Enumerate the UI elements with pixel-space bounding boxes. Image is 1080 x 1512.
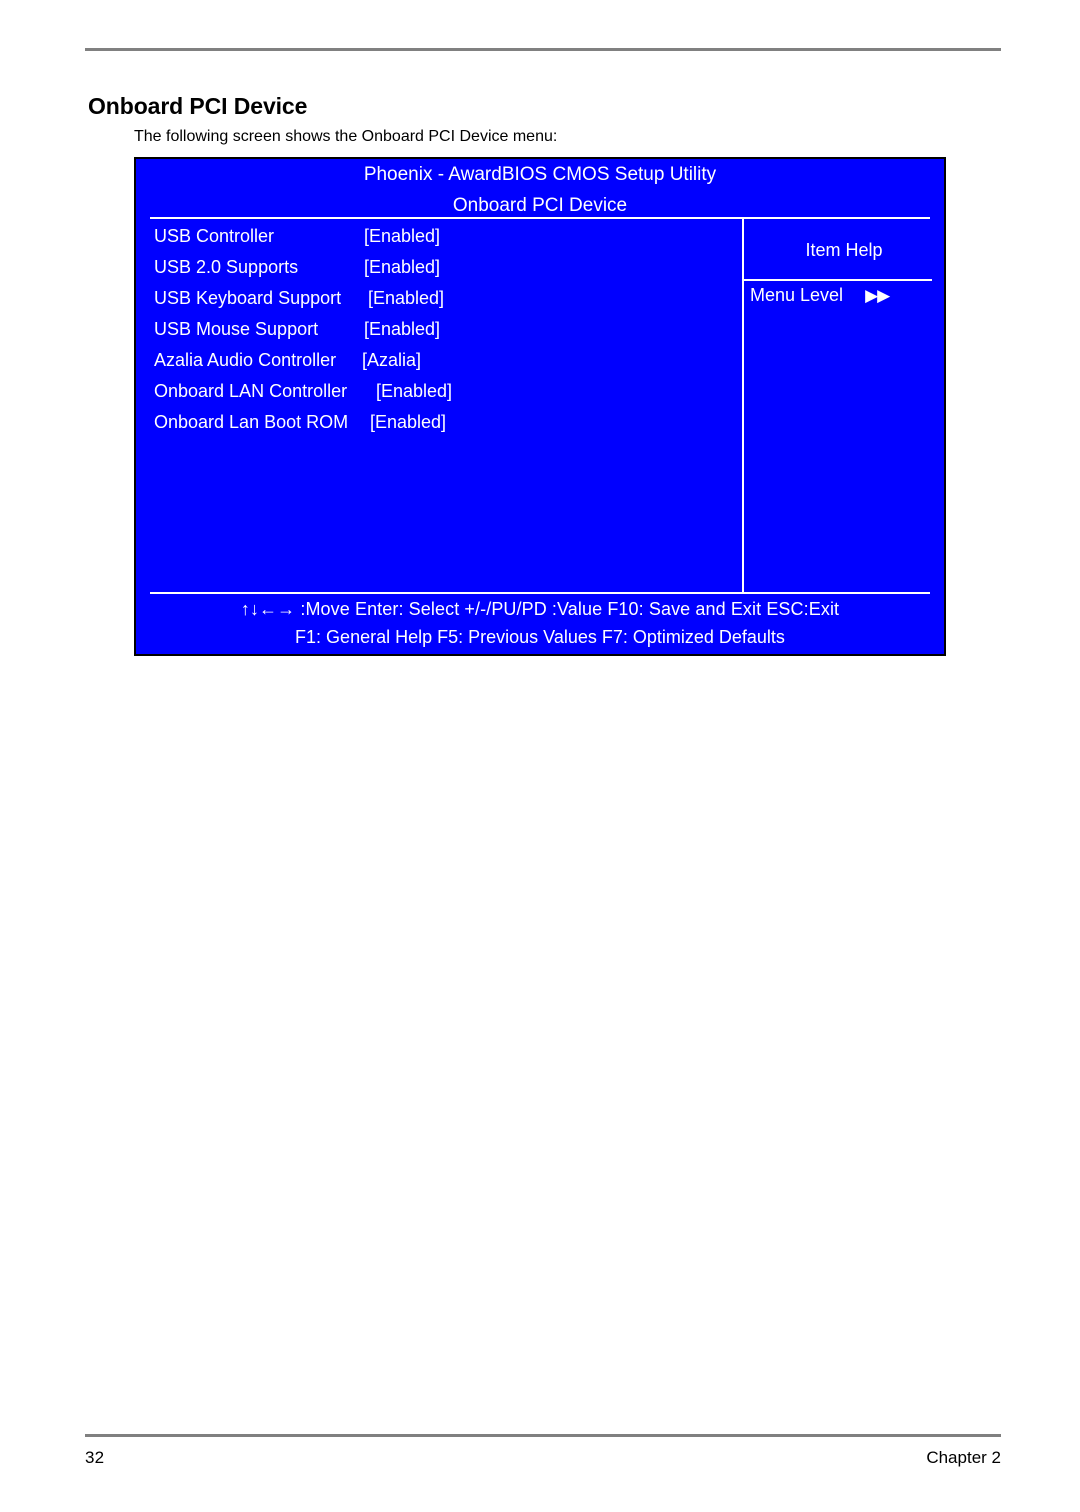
- bios-setting-row[interactable]: USB Mouse Support [Enabled]: [136, 314, 742, 345]
- bios-setup-screen: Phoenix - AwardBIOS CMOS Setup Utility O…: [134, 157, 946, 656]
- bios-setting-row[interactable]: Azalia Audio Controller [Azalia]: [136, 345, 742, 376]
- menu-level-label: Menu Level: [750, 285, 844, 305]
- bios-utility-title: Phoenix - AwardBIOS CMOS Setup Utility: [363, 164, 717, 185]
- item-help-divider: [744, 279, 932, 281]
- bios-setting-label: Onboard LAN Controller: [154, 381, 348, 401]
- bios-setting-label: Azalia Audio Controller: [154, 350, 337, 370]
- menu-level-arrow-icon: ▶▶: [865, 286, 890, 305]
- bios-setting-label: USB Mouse Support: [154, 319, 319, 339]
- page-footer-rule: [85, 1434, 1001, 1437]
- bios-setting-label: Onboard Lan Boot ROM: [154, 412, 349, 432]
- bios-setting-label: USB Keyboard Support: [154, 288, 342, 308]
- bios-setting-value[interactable]: [Enabled]: [364, 314, 440, 345]
- bios-settings-list: USB Controller [Enabled] USB 2.0 Supports […: [136, 221, 742, 438]
- bios-setting-value[interactable]: [Enabled]: [376, 376, 452, 407]
- page-title: Onboard PCI Device: [88, 93, 308, 120]
- bios-key-legend: ↑↓←→ :Move Enter: Select +/-/PU/PD :Valu…: [136, 595, 944, 651]
- bios-setting-row[interactable]: USB Keyboard Support [Enabled]: [136, 283, 742, 314]
- key-legend-line-2: F1: General Help F5: Previous Values F7:…: [295, 627, 785, 647]
- key-legend-line-1: ↑↓←→ :Move Enter: Select +/-/PU/PD :Valu…: [240, 599, 840, 619]
- bios-setting-row[interactable]: Onboard Lan Boot ROM [Enabled]: [136, 407, 742, 438]
- bios-setting-value[interactable]: [Enabled]: [364, 221, 440, 252]
- bios-setting-value[interactable]: [Enabled]: [370, 407, 446, 438]
- page-header-rule: [85, 48, 1001, 51]
- bios-setting-label: USB 2.0 Supports: [154, 257, 299, 277]
- intro-paragraph: The following screen shows the Onboard P…: [134, 128, 558, 145]
- bios-setting-row[interactable]: USB 2.0 Supports [Enabled]: [136, 252, 742, 283]
- bios-setting-label: USB Controller: [154, 226, 275, 246]
- bios-setting-row[interactable]: USB Controller [Enabled]: [136, 221, 742, 252]
- bios-header-divider: [150, 217, 930, 219]
- item-help-heading: Item Help: [805, 240, 883, 260]
- bios-setting-row[interactable]: Onboard LAN Controller [Enabled]: [136, 376, 742, 407]
- bios-setting-value[interactable]: [Enabled]: [368, 283, 444, 314]
- bios-footer-divider: [150, 592, 930, 594]
- bios-menu-title: Onboard PCI Device: [452, 195, 628, 216]
- bios-setting-value[interactable]: [Enabled]: [364, 252, 440, 283]
- menu-level-row: Menu Level ▶▶: [750, 285, 940, 306]
- chapter-label: Chapter 2: [926, 1448, 1001, 1467]
- bios-setting-value[interactable]: [Azalia]: [362, 345, 421, 376]
- page-number: 32: [85, 1448, 105, 1467]
- bios-title-area: Phoenix - AwardBIOS CMOS Setup Utility O…: [136, 159, 944, 217]
